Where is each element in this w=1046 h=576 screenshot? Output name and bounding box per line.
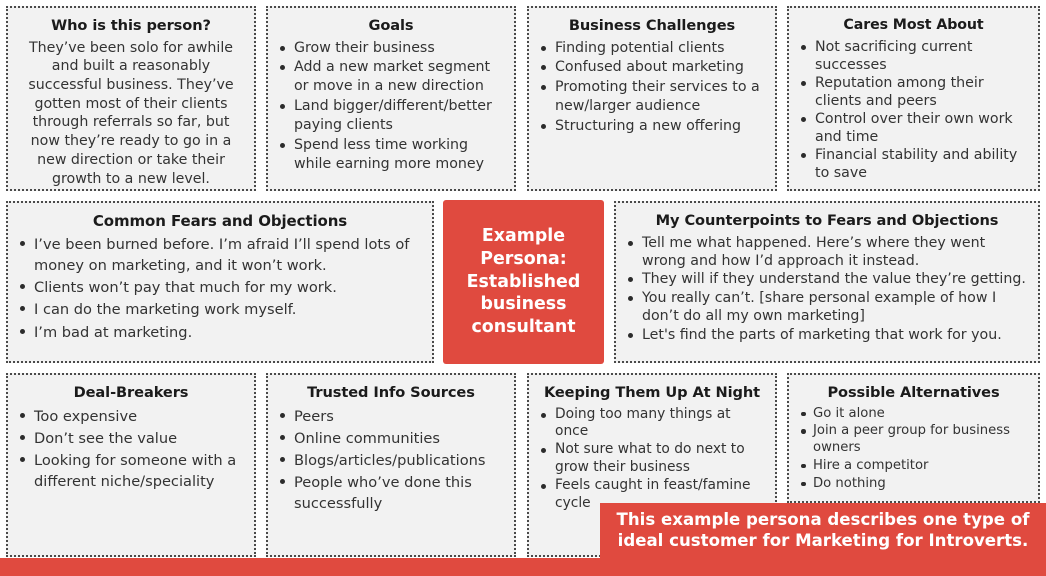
list-item: Land bigger/different/better paying clie…: [277, 97, 505, 135]
card-cares-most-about: Cares Most About Not sacrificing current…: [787, 6, 1040, 191]
list-item: Join a peer group for business owners: [798, 423, 1029, 457]
list-item: Do nothing: [798, 476, 1029, 493]
card-title: Possible Alternatives: [827, 384, 1000, 401]
card-business-challenges: Business Challenges Finding potential cl…: [527, 6, 777, 191]
list-item: You really can’t. [share personal exampl…: [625, 289, 1029, 326]
card-deal-breakers: Deal-Breakers Too expensive Don’t see th…: [6, 373, 256, 557]
card-title: Deal-Breakers: [73, 384, 189, 401]
list-item: I’ve been burned before. I’m afraid I’ll…: [17, 234, 423, 276]
persona-canvas: Who is this person? They’ve been solo fo…: [0, 0, 1046, 576]
bottom-accent-bar: [0, 558, 1046, 576]
card-title: Goals: [368, 17, 414, 34]
list-item: Clients won’t pay that much for my work.: [17, 277, 423, 298]
card-common-fears-and-objections: Common Fears and Objections I’ve been bu…: [6, 201, 434, 363]
list-item: Financial stability and ability to save: [798, 146, 1029, 182]
list-item: Grow their business: [277, 39, 505, 58]
list-item: Finding potential clients: [538, 39, 766, 58]
list-item: Blogs/articles/publications: [277, 450, 505, 471]
list-item: Go it alone: [798, 406, 1029, 423]
list-item: Add a new market segment or move in a ne…: [277, 58, 505, 96]
card-title: Common Fears and Objections: [92, 212, 348, 230]
list-item: Don’t see the value: [17, 428, 245, 449]
night-list: Doing too many things at once Not sure w…: [538, 406, 766, 514]
card-paragraph: They’ve been solo for awhile and built a…: [28, 39, 234, 187]
card-trusted-info-sources: Trusted Info Sources Peers Online commun…: [266, 373, 516, 557]
list-item: Confused about marketing: [538, 58, 766, 77]
card-title: Trusted Info Sources: [307, 384, 475, 401]
list-item: Reputation among their clients and peers: [798, 74, 1029, 110]
card-title: Keeping Them Up At Night: [543, 384, 761, 401]
list-item: I can do the marketing work myself.: [17, 299, 423, 320]
footer-banner-text: This example persona describes one type …: [616, 509, 1030, 550]
footer-banner: This example persona describes one type …: [600, 503, 1046, 558]
list-item: Not sacrificing current successes: [798, 38, 1029, 74]
list-item: Control over their own work and time: [798, 110, 1029, 146]
list-item: People who’ve done this successfully: [277, 472, 505, 514]
list-item: Structuring a new offering: [538, 117, 766, 136]
card-title: Cares Most About: [843, 17, 984, 33]
alternatives-list: Go it alone Join a peer group for busine…: [798, 406, 1029, 493]
fears-list: I’ve been burned before. I’m afraid I’ll…: [17, 234, 423, 343]
list-item: I’m bad at marketing.: [17, 322, 423, 343]
list-item: Not sure what to do next to grow their b…: [538, 441, 766, 477]
counterpoints-list: Tell me what happened. Here’s where they…: [625, 234, 1029, 345]
card-title: Business Challenges: [568, 17, 736, 34]
card-title: Who is this person?: [51, 17, 211, 34]
challenges-list: Finding potential clients Confused about…: [538, 39, 766, 136]
list-item: Looking for someone with a different nic…: [17, 450, 245, 492]
card-possible-alternatives: Possible Alternatives Go it alone Join a…: [787, 373, 1040, 503]
list-item: Online communities: [277, 428, 505, 449]
cares-list: Not sacrificing current successes Reputa…: [798, 38, 1029, 182]
card-my-counterpoints: My Counterpoints to Fears and Objections…: [614, 201, 1040, 363]
list-item: Promoting their services to a new/larger…: [538, 78, 766, 116]
list-item: They will if they understand the value t…: [625, 270, 1029, 288]
persona-core-label: Example Persona: Established business co…: [466, 225, 581, 338]
card-title: My Counterpoints to Fears and Objections: [655, 212, 999, 229]
goals-list: Grow their business Add a new market seg…: [277, 39, 505, 174]
list-item: Doing too many things at once: [538, 406, 766, 442]
list-item: Too expensive: [17, 406, 245, 427]
dealbreakers-list: Too expensive Don’t see the value Lookin…: [17, 406, 245, 493]
list-item: Peers: [277, 406, 505, 427]
list-item: Tell me what happened. Here’s where they…: [625, 234, 1029, 271]
sources-list: Peers Online communities Blogs/articles/…: [277, 406, 505, 515]
list-item: Spend less time working while earning mo…: [277, 136, 505, 174]
persona-core-badge: Example Persona: Established business co…: [443, 200, 604, 364]
list-item: Hire a competitor: [798, 458, 1029, 475]
card-who-is-this-person: Who is this person? They’ve been solo fo…: [6, 6, 256, 191]
list-item: Let's find the parts of marketing that w…: [625, 326, 1029, 344]
card-goals: Goals Grow their business Add a new mark…: [266, 6, 516, 191]
